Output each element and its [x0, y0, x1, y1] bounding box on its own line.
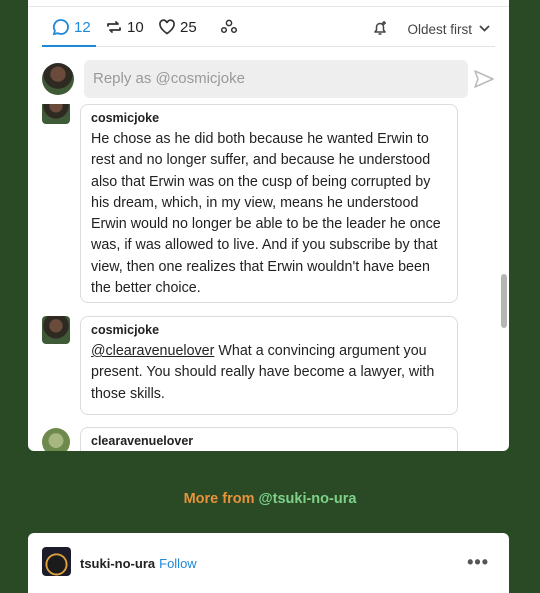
comment-text: @clearavenuelover What a convincing argu…	[91, 341, 447, 405]
comments-list: cosmicjoke He chose as he did both becau…	[42, 104, 495, 451]
more-options-icon[interactable]: •••	[467, 552, 489, 573]
notes-tabs: 12 10 25 Oldest first	[42, 10, 495, 47]
list-item: cosmicjoke @clearavenuelover What a conv…	[80, 316, 458, 415]
notes-panel: 12 10 25 Oldest first Reply as @cosmicjo…	[28, 0, 509, 451]
reblog-icon	[105, 18, 123, 36]
tab-reblogs[interactable]: 10	[105, 18, 144, 36]
scrollbar[interactable]	[501, 274, 507, 328]
avatar[interactable]	[42, 547, 71, 576]
heart-icon	[158, 18, 176, 36]
follow-button[interactable]: Follow	[159, 556, 197, 571]
sort-label: Oldest first	[407, 22, 472, 37]
blog-handle-link[interactable]: @tsuki-no-ura	[259, 491, 357, 507]
list-item: cosmicjoke He chose as he did both becau…	[80, 104, 458, 303]
community-icon	[220, 18, 238, 36]
chevron-down-icon	[478, 22, 491, 38]
comment-text: He chose as he did both because he wante…	[91, 131, 441, 297]
reblogs-count: 10	[127, 18, 144, 36]
comment-username[interactable]: cosmicjoke	[91, 323, 447, 337]
avatar	[42, 428, 70, 451]
post-author: tsuki-no-ura Follow	[80, 556, 197, 571]
replies-count: 12	[74, 18, 91, 36]
sort-dropdown[interactable]: Oldest first	[371, 19, 491, 40]
comment-username[interactable]: clearavenuelover	[91, 434, 447, 448]
active-tab-underline	[42, 45, 96, 47]
comment-username[interactable]: cosmicjoke	[91, 111, 447, 125]
tab-replies[interactable]: 12	[52, 18, 91, 36]
tab-likes[interactable]: 25	[158, 18, 197, 36]
reply-input[interactable]: Reply as @cosmicjoke	[84, 60, 468, 98]
bell-plus-icon[interactable]	[371, 19, 389, 40]
likes-count: 25	[180, 18, 197, 36]
more-from-heading: More from @tsuki-no-ura	[0, 491, 540, 507]
tab-community[interactable]	[220, 18, 238, 36]
post-author-name[interactable]: tsuki-no-ura	[80, 556, 155, 571]
more-from-prefix: More from	[183, 491, 259, 507]
panel-top-edge	[28, 0, 509, 7]
avatar	[42, 63, 74, 95]
reply-bubble-icon	[52, 18, 70, 36]
send-icon[interactable]	[473, 69, 495, 94]
post-card: tsuki-no-ura Follow •••	[28, 533, 509, 593]
list-item: clearavenuelover	[80, 427, 458, 451]
mention-link[interactable]: @clearavenuelover	[91, 343, 214, 359]
avatar	[42, 104, 70, 124]
reply-composer: Reply as @cosmicjoke	[42, 60, 495, 100]
avatar	[42, 316, 70, 344]
